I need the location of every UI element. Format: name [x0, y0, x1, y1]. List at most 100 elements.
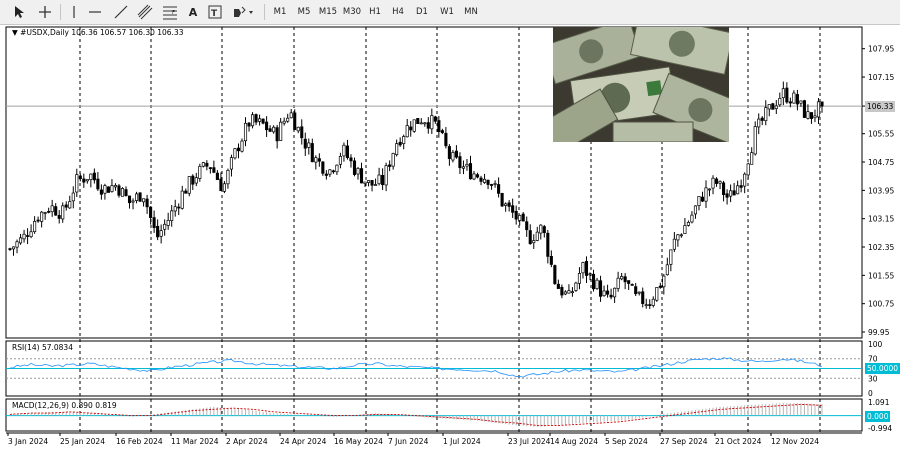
horizontal-line-tool-button[interactable]: [86, 3, 104, 21]
text-tool-button[interactable]: A: [186, 3, 200, 21]
candle-body: [707, 188, 712, 191]
candle-body: [792, 92, 796, 104]
candle-body: [384, 165, 388, 186]
vertical-line-tool-button[interactable]: [66, 3, 82, 21]
chart-window[interactable]: 107.95 107.15 106.33 105.55 104.75 103.95 103.…: [0, 25, 900, 452]
candle-body: [482, 178, 487, 183]
candle-body: [426, 122, 430, 129]
candle-body: [149, 206, 153, 218]
timeframe-d1[interactable]: D1: [412, 3, 432, 21]
macd-header: MACD(12,26,9) 0.890 0.819: [12, 401, 117, 410]
price-axis-label: 103.15: [868, 215, 894, 224]
candle-body: [236, 147, 241, 152]
candle-body: [475, 174, 480, 178]
timeframe-h4[interactable]: H4: [388, 3, 408, 21]
candle-body: [771, 103, 775, 110]
candle-body: [120, 188, 125, 197]
shapes-tool-dropdown[interactable]: [232, 3, 256, 21]
candle-body: [409, 126, 413, 131]
timeframe-mn[interactable]: MN: [460, 3, 482, 21]
candle-body: [272, 126, 276, 133]
candle-body: [366, 180, 371, 183]
candle-body: [641, 291, 645, 304]
candle-body: [465, 163, 469, 167]
candle-body: [152, 217, 156, 228]
candle-body: [613, 287, 617, 298]
collapse-arrow-icon[interactable]: ▼: [12, 28, 18, 37]
candle-body: [289, 112, 293, 119]
date-axis-label: 27 Sep 2024: [660, 437, 708, 446]
candle-body: [286, 117, 290, 122]
candle-body: [581, 262, 585, 274]
rsi-axis-label: 0: [868, 389, 873, 398]
rsi-axis-label: 100: [868, 340, 883, 349]
candle-body: [820, 101, 824, 107]
candle-body: [127, 195, 132, 204]
candle-body: [546, 232, 550, 257]
crosshair-tool-button[interactable]: [36, 3, 54, 21]
candle-body: [623, 276, 627, 283]
rsi-level-label: 50.0000: [865, 363, 900, 374]
candle-body: [813, 115, 817, 119]
candle-body: [243, 122, 248, 142]
candle-body: [352, 160, 357, 175]
chart-canvas[interactable]: 107.95 107.15 106.33 105.55 104.75 103.95 103.…: [0, 25, 900, 452]
candle-body: [96, 178, 100, 190]
candle-body: [110, 185, 114, 192]
candle-body: [454, 150, 458, 158]
candle-body: [113, 185, 118, 188]
candle-body: [658, 285, 662, 288]
candle-body: [187, 176, 191, 194]
price-axis-label: 107.95: [868, 45, 894, 54]
candle-body: [370, 180, 374, 186]
candle-body: [194, 177, 198, 184]
candle-body: [662, 275, 666, 288]
timeframe-m30[interactable]: M30: [340, 3, 364, 21]
candle-body: [75, 174, 79, 193]
date-axis-label: 5 Sep 2024: [605, 437, 648, 446]
candle-body: [395, 143, 399, 155]
crosshair-icon: [39, 6, 51, 18]
candle-body: [78, 175, 82, 179]
candle-body: [82, 178, 86, 183]
candle-body: [381, 175, 385, 186]
timeframe-m15[interactable]: M15: [316, 3, 340, 21]
candle-body: [648, 304, 652, 306]
candle-body: [265, 121, 269, 131]
candle-body: [296, 126, 300, 132]
timeframe-h1[interactable]: H1: [365, 3, 385, 21]
macd-signal-line: [9, 403, 823, 427]
date-axis-label: 16 May 2024: [334, 437, 383, 446]
candle-body: [655, 287, 659, 301]
timeframe-m1[interactable]: M1: [270, 3, 290, 21]
candle-body: [577, 273, 582, 284]
price-axis-label: 104.75: [868, 158, 894, 167]
toolbar-separator: [264, 4, 265, 20]
candle-body: [201, 162, 205, 167]
candle-body: [669, 249, 673, 265]
channel-tool-button[interactable]: [136, 3, 154, 21]
candle-body: [61, 205, 65, 220]
cursor-tool-button[interactable]: [10, 3, 28, 21]
timeframe-m5[interactable]: M5: [294, 3, 314, 21]
trendline-tool-button[interactable]: [112, 3, 130, 21]
fibonacci-tool-button[interactable]: F: [161, 3, 179, 21]
macd-axis-label: -0.994: [868, 424, 892, 433]
candle-body: [22, 233, 26, 240]
candle-body: [584, 260, 589, 276]
candle-body: [486, 179, 490, 185]
timeframe-w1[interactable]: W1: [437, 3, 457, 21]
vertical-line-icon: [73, 6, 75, 18]
candle-body: [451, 152, 455, 161]
candle-body: [433, 116, 437, 122]
candle-body: [282, 120, 286, 124]
candle-body: [423, 122, 427, 125]
candle-body: [29, 231, 33, 238]
text-label-tool-button[interactable]: T: [207, 3, 223, 21]
candle-body: [816, 101, 821, 118]
date-axis-label: 24 Apr 2024: [280, 437, 327, 446]
candle-body: [651, 298, 655, 306]
candle-body: [398, 141, 402, 146]
candle-body: [507, 202, 511, 207]
candle-body: [57, 215, 61, 219]
